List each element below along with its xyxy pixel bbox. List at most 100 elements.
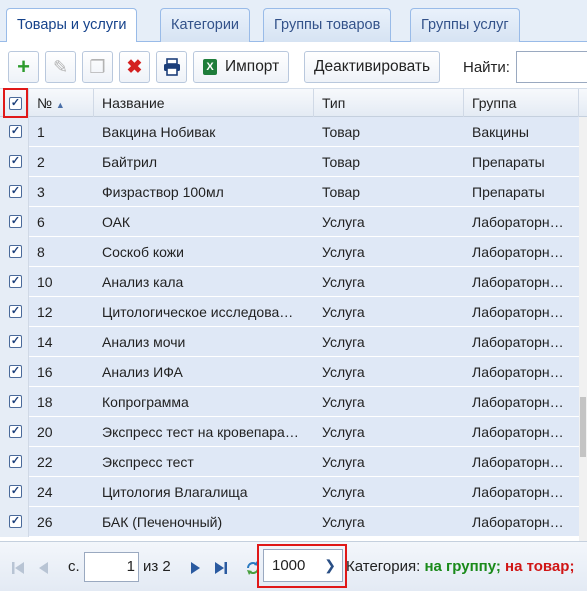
cell-group: Лабораторн… bbox=[472, 334, 564, 350]
prev-page-icon[interactable] bbox=[36, 560, 52, 576]
row-checkbox[interactable]: ✓ bbox=[9, 185, 22, 198]
last-page-icon[interactable] bbox=[213, 560, 229, 576]
tab-bar: Товары и услуги Категории Группы товаров… bbox=[0, 0, 587, 43]
row-checkbox-cell[interactable]: ✓ bbox=[0, 417, 29, 447]
first-page-icon[interactable] bbox=[10, 560, 26, 576]
cell-num: 8 bbox=[37, 244, 45, 260]
row-checkbox-cell[interactable]: ✓ bbox=[0, 177, 29, 207]
row-checkbox-cell[interactable]: ✓ bbox=[0, 117, 29, 147]
row-checkbox-cell[interactable]: ✓ bbox=[0, 147, 29, 177]
to-group-link[interactable]: на группу; bbox=[424, 558, 500, 575]
deactivate-button[interactable]: Деактивировать bbox=[304, 51, 441, 83]
cell-name: Экспресс тест на кровепара… bbox=[102, 424, 299, 440]
import-label: Импорт bbox=[225, 58, 280, 75]
row-checkbox[interactable]: ✓ bbox=[9, 425, 22, 438]
category-legend: Категория: на группу; на товар; bbox=[346, 558, 574, 575]
cell-group: Препараты bbox=[472, 154, 545, 170]
row-checkbox[interactable]: ✓ bbox=[9, 455, 22, 468]
table-row[interactable]: ✓ 3 Физраствор 100мл Товар Препараты bbox=[0, 177, 587, 207]
print-button[interactable] bbox=[156, 51, 187, 83]
tab-service-groups[interactable]: Группы услуг bbox=[410, 8, 520, 42]
close-icon: ✖ bbox=[126, 56, 143, 78]
table-row[interactable]: ✓ 18 Копрограмма Услуга Лабораторн… bbox=[0, 387, 587, 417]
cell-group: Лабораторн… bbox=[472, 214, 564, 230]
cell-num: 12 bbox=[37, 304, 53, 320]
row-checkbox-cell[interactable]: ✓ bbox=[0, 357, 29, 387]
tab-products-services[interactable]: Товары и услуги bbox=[6, 8, 138, 43]
find-label: Найти: bbox=[463, 59, 510, 76]
scrollbar[interactable] bbox=[579, 117, 587, 541]
row-checkbox-cell[interactable]: ✓ bbox=[0, 507, 29, 537]
table-row[interactable]: ✓ 1 Вакцина Нобивак Товар Вакцины bbox=[0, 117, 587, 147]
row-checkbox[interactable]: ✓ bbox=[9, 155, 22, 168]
table-row[interactable]: ✓ 8 Соскоб кожи Услуга Лабораторн… bbox=[0, 237, 587, 267]
row-checkbox-cell[interactable]: ✓ bbox=[0, 267, 29, 297]
cell-name: Анализ мочи bbox=[102, 334, 186, 350]
cell-num: 10 bbox=[37, 274, 53, 290]
cell-name: Цитология Влагалища bbox=[102, 484, 248, 500]
deactivate-label: Деактивировать bbox=[314, 58, 431, 75]
to-product-link[interactable]: на товар; bbox=[505, 558, 574, 575]
add-button[interactable]: + bbox=[8, 51, 39, 83]
row-checkbox[interactable]: ✓ bbox=[9, 365, 22, 378]
cell-num: 16 bbox=[37, 364, 53, 380]
cell-group: Лабораторн… bbox=[472, 454, 564, 470]
tab-product-groups[interactable]: Группы товаров bbox=[263, 8, 392, 42]
table-row[interactable]: ✓ 2 Байтрил Товар Препараты bbox=[0, 147, 587, 177]
row-checkbox[interactable]: ✓ bbox=[9, 515, 22, 528]
col-header-type[interactable]: Тип bbox=[314, 89, 464, 117]
pencil-icon: ✎ bbox=[52, 56, 69, 77]
delete-button[interactable]: ✖ bbox=[119, 51, 150, 83]
row-checkbox-cell[interactable]: ✓ bbox=[0, 207, 29, 237]
row-checkbox[interactable]: ✓ bbox=[9, 305, 22, 318]
table-row[interactable]: ✓ 16 Анализ ИФА Услуга Лабораторн… bbox=[0, 357, 587, 387]
cell-num: 6 bbox=[37, 214, 45, 230]
excel-icon: X bbox=[203, 59, 217, 75]
cell-name: БАК (Печеночный) bbox=[102, 514, 223, 530]
cell-num: 24 bbox=[37, 484, 53, 500]
row-checkbox-cell[interactable]: ✓ bbox=[0, 447, 29, 477]
table-row[interactable]: ✓ 10 Анализ кала Услуга Лабораторн… bbox=[0, 267, 587, 297]
edit-button[interactable]: ✎ bbox=[45, 51, 76, 83]
col-header-name[interactable]: Название bbox=[94, 89, 314, 117]
table-row[interactable]: ✓ 14 Анализ мочи Услуга Лабораторн… bbox=[0, 327, 587, 357]
table-row[interactable]: ✓ 26 БАК (Печеночный) Услуга Лабораторн… bbox=[0, 507, 587, 537]
col-header-num[interactable]: № ▲ bbox=[29, 89, 94, 117]
cell-num: 20 bbox=[37, 424, 53, 440]
col-header-group[interactable]: Группа bbox=[464, 89, 579, 117]
row-checkbox-cell[interactable]: ✓ bbox=[0, 237, 29, 267]
select-all-highlight bbox=[3, 88, 28, 118]
scrollbar-thumb[interactable] bbox=[580, 397, 586, 457]
page-number-input[interactable]: 1 bbox=[84, 552, 139, 582]
table-row[interactable]: ✓ 6 ОАК Услуга Лабораторн… bbox=[0, 207, 587, 237]
row-checkbox-cell[interactable]: ✓ bbox=[0, 327, 29, 357]
search-input[interactable] bbox=[516, 51, 587, 83]
row-checkbox-cell[interactable]: ✓ bbox=[0, 477, 29, 507]
table-row[interactable]: ✓ 22 Экспресс тест Услуга Лабораторн… bbox=[0, 447, 587, 477]
next-page-icon[interactable] bbox=[187, 560, 203, 576]
table-row[interactable]: ✓ 20 Экспресс тест на кровепара… Услуга Лабо… bbox=[0, 417, 587, 447]
sort-asc-icon: ▲ bbox=[55, 100, 65, 110]
cell-name: Соскоб кожи bbox=[102, 244, 184, 260]
copy-icon: ❐ bbox=[89, 56, 106, 77]
row-checkbox[interactable]: ✓ bbox=[9, 335, 22, 348]
cell-group: Лабораторн… bbox=[472, 424, 564, 440]
table-row[interactable]: ✓ 12 Цитологическое исследова… Услуга Лабора… bbox=[0, 297, 587, 327]
import-button[interactable]: X Импорт bbox=[193, 51, 290, 83]
row-checkbox[interactable]: ✓ bbox=[9, 395, 22, 408]
row-checkbox[interactable]: ✓ bbox=[9, 245, 22, 258]
cell-type: Услуга bbox=[322, 424, 365, 440]
cell-type: Услуга bbox=[322, 214, 365, 230]
row-checkbox-cell[interactable]: ✓ bbox=[0, 297, 29, 327]
cell-group: Лабораторн… bbox=[472, 364, 564, 380]
row-checkbox[interactable]: ✓ bbox=[9, 215, 22, 228]
row-checkbox-cell[interactable]: ✓ bbox=[0, 387, 29, 417]
copy-button[interactable]: ❐ bbox=[82, 51, 113, 83]
table-row[interactable]: ✓ 24 Цитология Влагалища Услуга Лабораторн… bbox=[0, 477, 587, 507]
row-checkbox[interactable]: ✓ bbox=[9, 485, 22, 498]
row-checkbox[interactable]: ✓ bbox=[9, 125, 22, 138]
row-checkbox[interactable]: ✓ bbox=[9, 275, 22, 288]
category-label: Категория: bbox=[346, 558, 421, 575]
cell-num: 14 bbox=[37, 334, 53, 350]
tab-categories[interactable]: Категории bbox=[160, 8, 251, 42]
